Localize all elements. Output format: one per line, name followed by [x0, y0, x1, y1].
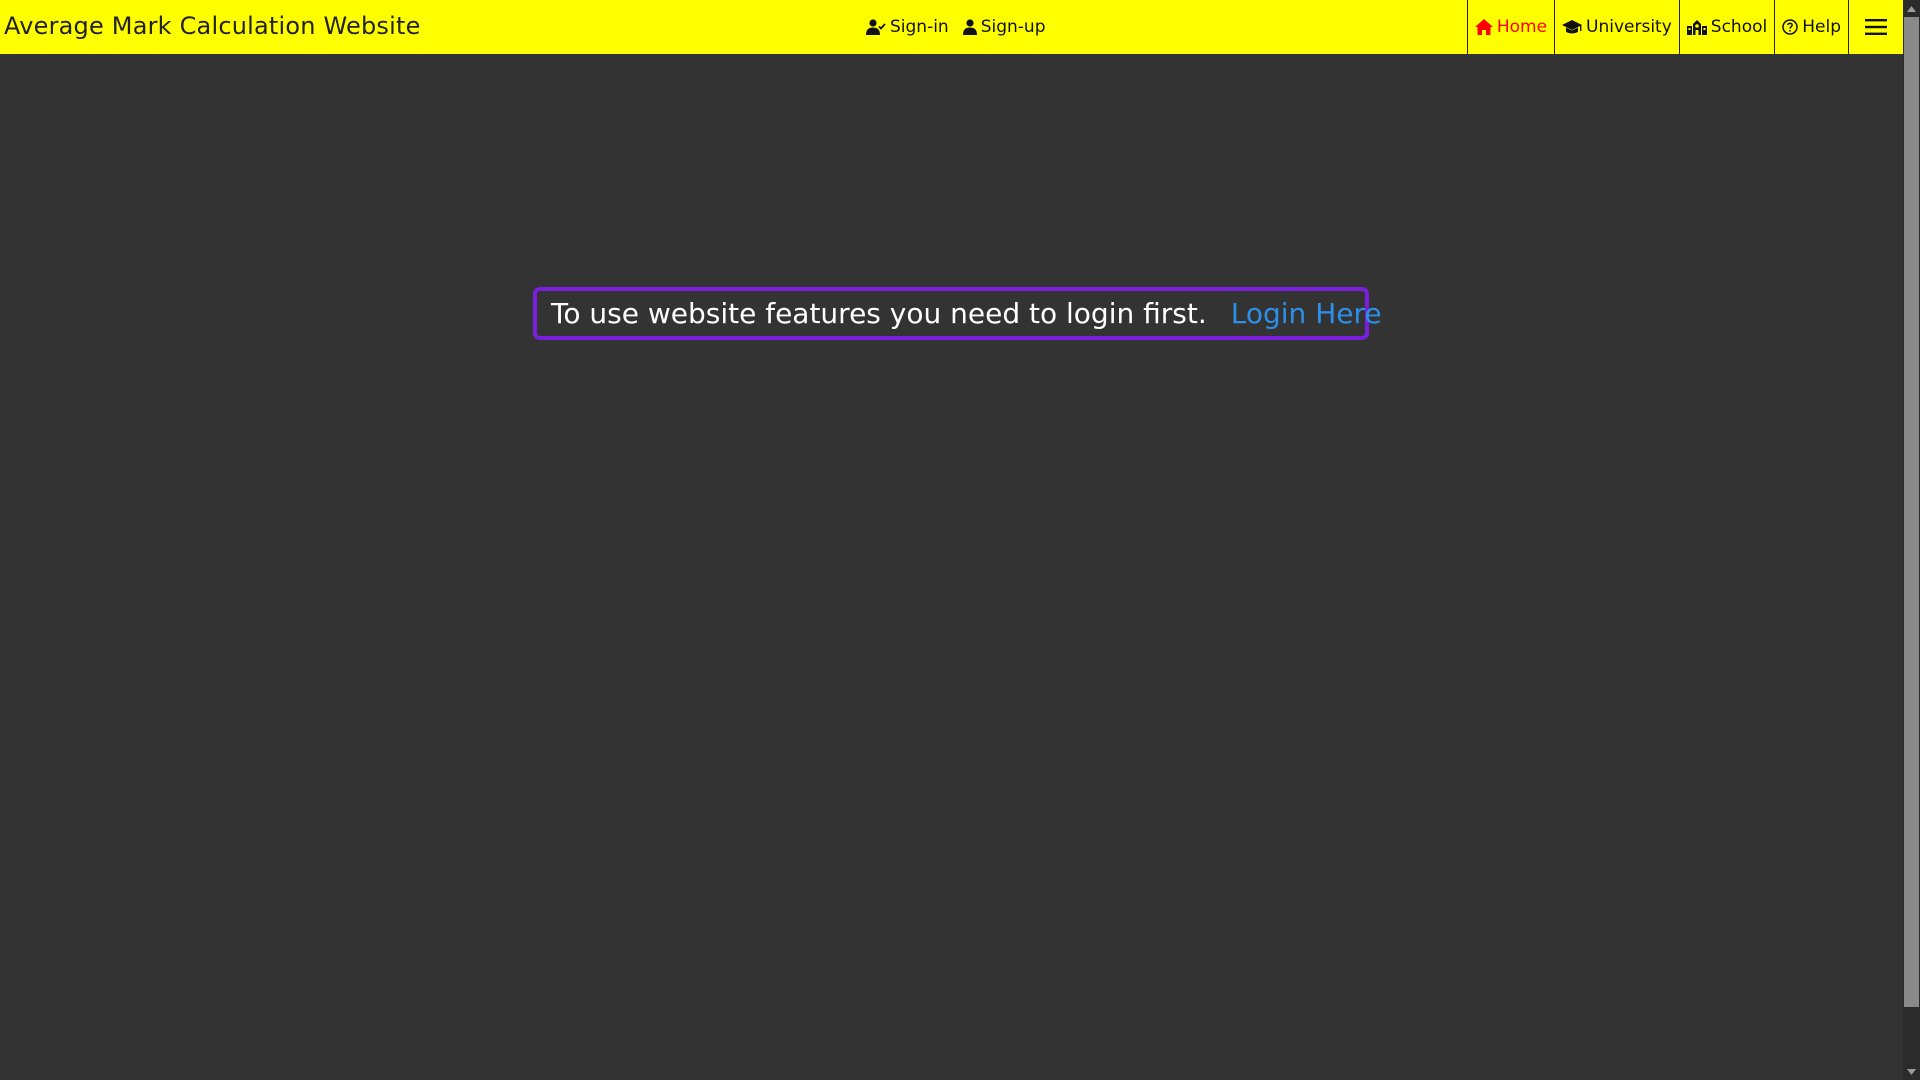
graduation-cap-icon — [1562, 19, 1583, 35]
scroll-down-button[interactable] — [1903, 1063, 1920, 1080]
home-icon — [1474, 19, 1493, 35]
scroll-up-button[interactable] — [1903, 0, 1920, 17]
notice-text: To use website features you need to logi… — [551, 297, 1207, 330]
nav-university-label: University — [1586, 17, 1672, 37]
top-bar: Average Mark Calculation Website Sign-in — [0, 0, 1903, 54]
vertical-scrollbar[interactable] — [1903, 0, 1920, 1080]
user-icon — [962, 19, 977, 35]
nav-item-school[interactable]: School — [1678, 0, 1774, 54]
help-circle-icon — [1782, 19, 1798, 35]
school-icon — [1686, 19, 1707, 35]
page: Average Mark Calculation Website Sign-in — [0, 0, 1920, 1080]
user-check-icon — [866, 19, 886, 35]
menu-button[interactable] — [1848, 0, 1903, 54]
signup-link[interactable]: Sign-up — [962, 17, 1046, 37]
scroll-thumb[interactable] — [1904, 17, 1919, 1007]
hamburger-menu-icon — [1865, 18, 1887, 36]
login-notice: To use website features you need to logi… — [533, 287, 1382, 340]
main-nav: Home University School Help — [1466, 0, 1903, 54]
login-here-link[interactable]: Login Here — [1231, 297, 1382, 330]
site-title: Average Mark Calculation Website — [4, 12, 421, 40]
arrow-up-icon — [1907, 5, 1916, 12]
nav-home-label: Home — [1496, 17, 1548, 37]
signin-link[interactable]: Sign-in — [866, 17, 949, 37]
auth-links: Sign-in Sign-up — [866, 0, 1046, 54]
signup-label: Sign-up — [980, 17, 1046, 37]
nav-item-home[interactable]: Home — [1466, 0, 1554, 54]
arrow-down-icon — [1907, 1068, 1916, 1075]
signin-label: Sign-in — [890, 17, 949, 37]
nav-item-university[interactable]: University — [1554, 0, 1679, 54]
nav-help-label: Help — [1802, 17, 1841, 37]
nav-school-label: School — [1710, 17, 1768, 37]
nav-item-help[interactable]: Help — [1774, 0, 1848, 54]
